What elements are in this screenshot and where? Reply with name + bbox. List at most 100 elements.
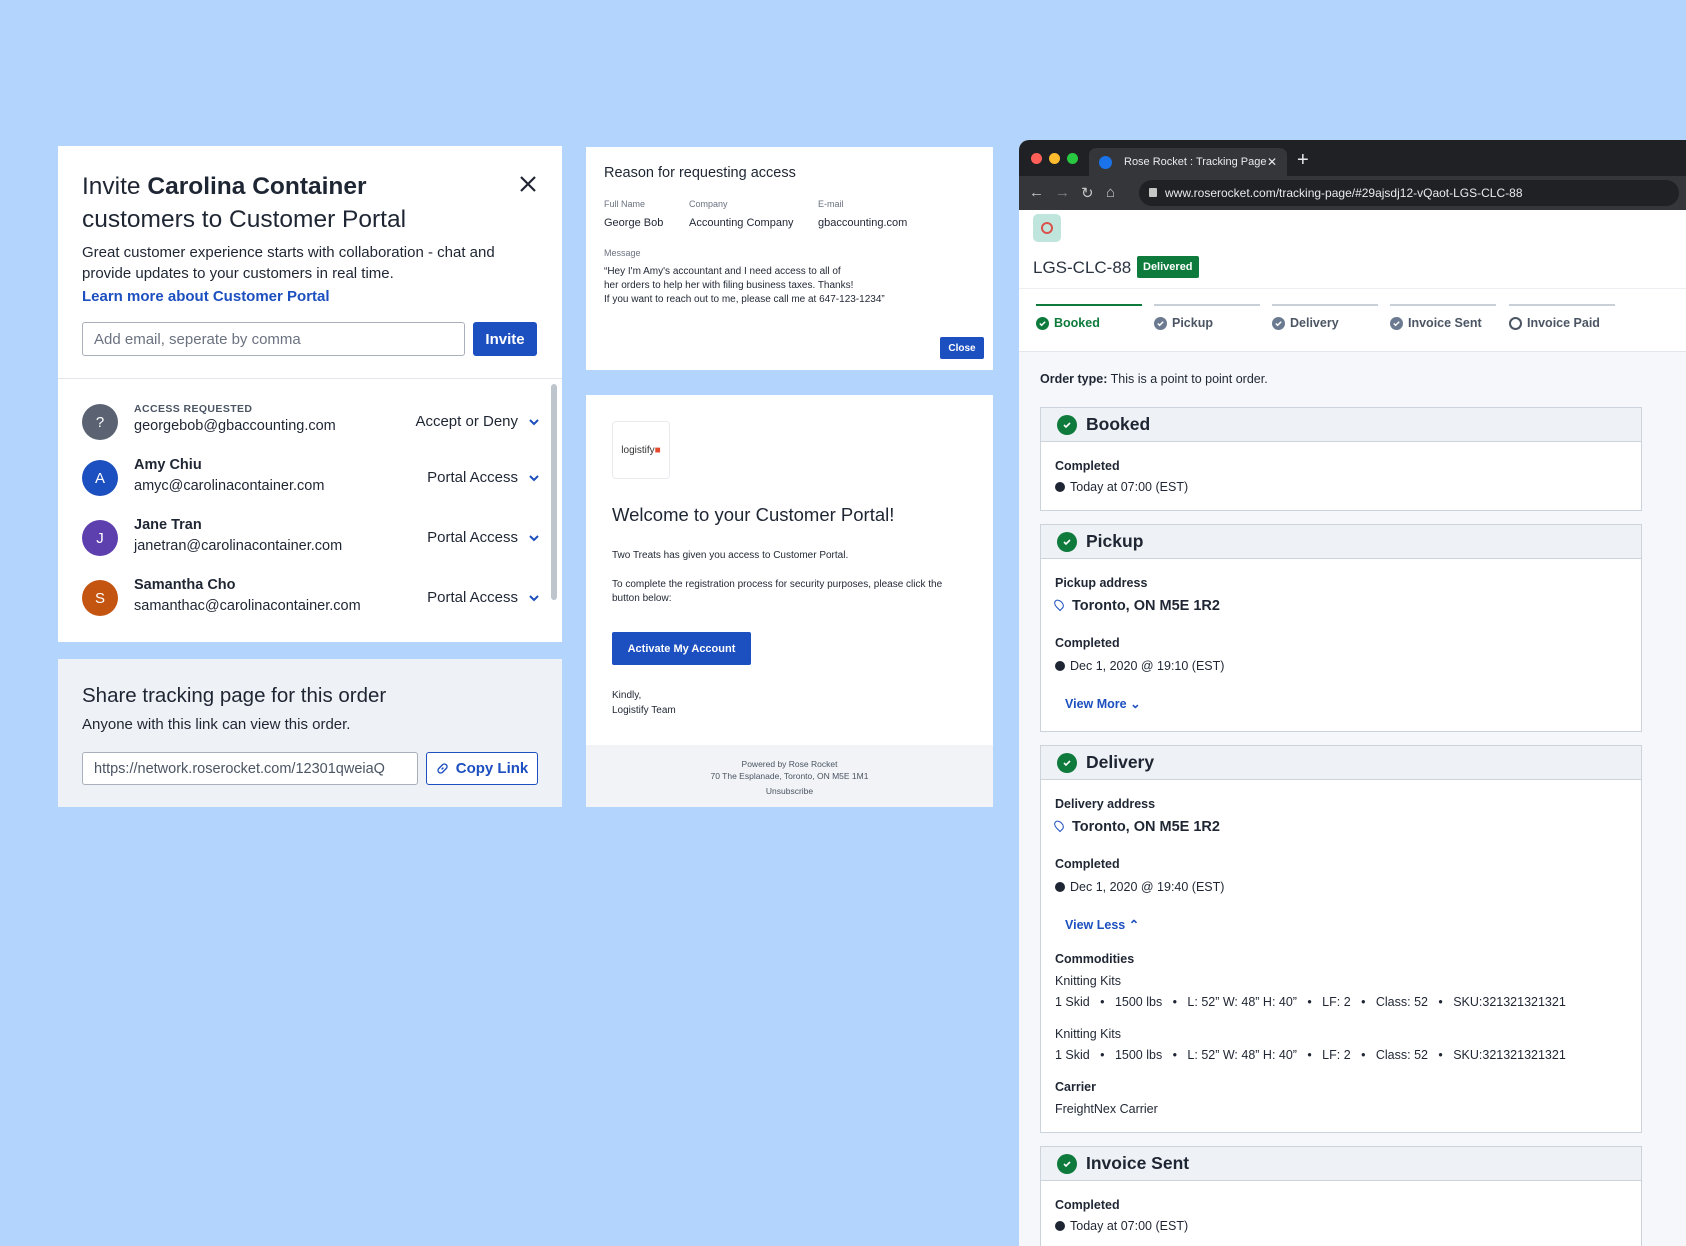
access-dropdown[interactable]: Accept or Deny — [415, 413, 540, 430]
list-item: ? ACCESS REQUESTED georgebob@gbaccountin… — [82, 401, 540, 445]
share-subtitle: Anyone with this link can view this orde… — [82, 716, 351, 733]
pickup-address: Toronto, ON M5E 1R2 — [1052, 597, 1220, 614]
close-window-icon[interactable] — [1031, 153, 1042, 164]
copy-link-button[interactable]: Copy Link — [426, 752, 538, 785]
check-icon — [1057, 752, 1077, 773]
close-button[interactable]: Close — [940, 337, 984, 359]
step-invoice-sent[interactable]: Invoice Sent — [1390, 304, 1496, 332]
completed-label: Completed — [1055, 636, 1120, 650]
avatar: ? — [82, 404, 118, 440]
unsubscribe-link[interactable]: Unsubscribe — [586, 785, 993, 797]
home-icon[interactable]: ⌂ — [1106, 184, 1115, 201]
lock-icon — [1149, 188, 1157, 197]
commodity-name: Knitting Kits — [1055, 1027, 1122, 1041]
step-pickup[interactable]: Pickup — [1154, 304, 1260, 332]
step-booked[interactable]: Booked — [1036, 304, 1142, 332]
browser-tab[interactable]: Rose Rocket : Tracking Page ✕ — [1089, 148, 1287, 176]
access-dropdown[interactable]: Portal Access — [427, 589, 540, 606]
user-email: georgebob@gbaccounting.com — [134, 418, 336, 434]
clock-icon — [1055, 661, 1065, 671]
close-tab-icon[interactable]: ✕ — [1267, 155, 1277, 169]
clock-icon — [1055, 482, 1065, 492]
access-dropdown[interactable]: Portal Access — [427, 469, 540, 486]
user-email: samanthac@carolinacontainer.com — [134, 598, 361, 614]
check-icon — [1272, 316, 1285, 330]
chevron-down-icon — [529, 534, 539, 541]
chevron-down-icon — [529, 418, 539, 425]
company-value: Accounting Company — [689, 217, 794, 229]
maximize-window-icon[interactable] — [1067, 153, 1078, 164]
invite-title: Invite Carolina Container customers to C… — [82, 173, 407, 233]
reason-panel: Reason for requesting access Full Name G… — [586, 147, 993, 370]
booked-card: Booked Completed Today at 07:00 (EST) — [1040, 407, 1642, 511]
activate-account-button[interactable]: Activate My Account — [612, 632, 751, 665]
tab-title: Rose Rocket : Tracking Page — [1124, 156, 1267, 168]
location-pin-icon — [1052, 818, 1066, 833]
completed-time: Today at 07:00 (EST) — [1055, 480, 1188, 494]
browser-chrome: Rose Rocket : Tracking Page ✕ + ← → ↻ ⌂ … — [1019, 140, 1686, 210]
empty-circle-icon — [1509, 316, 1522, 330]
email-title: Welcome to your Customer Portal! — [612, 504, 895, 525]
email-footer: Powered by Rose Rocket 70 The Esplanade,… — [586, 745, 993, 807]
order-id: LGS-CLC-88 — [1033, 258, 1132, 277]
access-dropdown[interactable]: Portal Access — [427, 529, 540, 546]
browser-window: Rose Rocket : Tracking Page ✕ + ← → ↻ ⌂ … — [1019, 140, 1686, 1246]
share-link-input[interactable] — [82, 752, 418, 785]
delivery-card: Delivery Delivery address Toronto, ON M5… — [1040, 745, 1642, 1133]
close-icon[interactable] — [514, 170, 542, 198]
favicon-icon — [1099, 155, 1112, 169]
avatar: J — [82, 520, 118, 556]
carrier-label: Carrier — [1055, 1080, 1096, 1094]
minimize-window-icon[interactable] — [1049, 153, 1060, 164]
user-name: Samantha Cho — [134, 577, 236, 593]
commodity-specs: 1 Skid • 1500 lbs • L: 52” W: 48” H: 40”… — [1055, 1048, 1566, 1062]
step-delivery[interactable]: Delivery — [1272, 304, 1378, 332]
forward-icon[interactable]: → — [1055, 184, 1070, 201]
carrier-value: FreightNex Carrier — [1055, 1102, 1158, 1116]
commodity-specs: 1 Skid • 1500 lbs • L: 52” W: 48” H: 40”… — [1055, 995, 1566, 1009]
step-invoice-paid[interactable]: Invoice Paid — [1509, 304, 1615, 332]
completed-label: Completed — [1055, 459, 1120, 473]
email-input[interactable] — [82, 322, 465, 356]
commodities-label: Commodities — [1055, 952, 1135, 966]
chevron-down-icon — [529, 594, 539, 601]
new-tab-icon[interactable]: + — [1297, 149, 1309, 172]
invite-panel: Invite Carolina Container customers to C… — [58, 146, 562, 642]
card-header: Booked — [1041, 408, 1641, 442]
reload-icon[interactable]: ↻ — [1081, 184, 1094, 202]
learn-more-link[interactable]: Learn more about Customer Portal — [82, 288, 330, 305]
email-signature: Logistify Team — [612, 705, 676, 716]
scrollbar[interactable] — [551, 384, 557, 600]
card-header: Pickup — [1041, 525, 1641, 559]
completed-time: Dec 1, 2020 @ 19:40 (EST) — [1055, 880, 1224, 894]
chevron-up-icon: ⌃ — [1128, 918, 1140, 932]
completed-label: Completed — [1055, 1198, 1120, 1212]
user-name: Amy Chiu — [134, 457, 202, 473]
user-email: janetran@carolinacontainer.com — [134, 538, 343, 554]
full-name-label: Full Name — [604, 199, 646, 209]
view-more-link[interactable]: View More ⌄ — [1065, 696, 1141, 711]
invite-description: Great customer experience starts with co… — [82, 244, 495, 282]
status-badge: Delivered — [1137, 256, 1199, 278]
reason-title: Reason for requesting access — [604, 165, 796, 181]
chevron-down-icon: ⌄ — [1130, 697, 1141, 711]
back-icon[interactable]: ← — [1029, 184, 1044, 201]
avatar: A — [82, 460, 118, 496]
check-icon — [1036, 316, 1049, 330]
url-text: www.roserocket.com/tracking-page/#29ajsd… — [1165, 186, 1523, 200]
list-item: S Samantha Cho samanthac@carolinacontain… — [82, 577, 540, 621]
view-less-link[interactable]: View Less ⌃ — [1065, 917, 1139, 932]
chevron-down-icon — [529, 474, 539, 481]
pickup-address-label: Pickup address — [1055, 576, 1148, 590]
delivery-address-label: Delivery address — [1055, 797, 1156, 811]
email-panel: logistify ■ Welcome to your Customer Port… — [586, 395, 993, 807]
invite-button[interactable]: Invite — [473, 322, 537, 356]
url-bar[interactable]: www.roserocket.com/tracking-page/#29ajsd… — [1139, 180, 1679, 206]
access-dropdown-label: Portal Access — [427, 589, 518, 606]
email-signoff: Kindly, — [612, 690, 642, 701]
company-label: Company — [689, 199, 728, 209]
check-icon — [1154, 316, 1167, 330]
divider — [1019, 288, 1686, 289]
rose-rocket-logo — [1033, 214, 1061, 242]
share-panel: Share tracking page for this order Anyon… — [58, 659, 562, 807]
